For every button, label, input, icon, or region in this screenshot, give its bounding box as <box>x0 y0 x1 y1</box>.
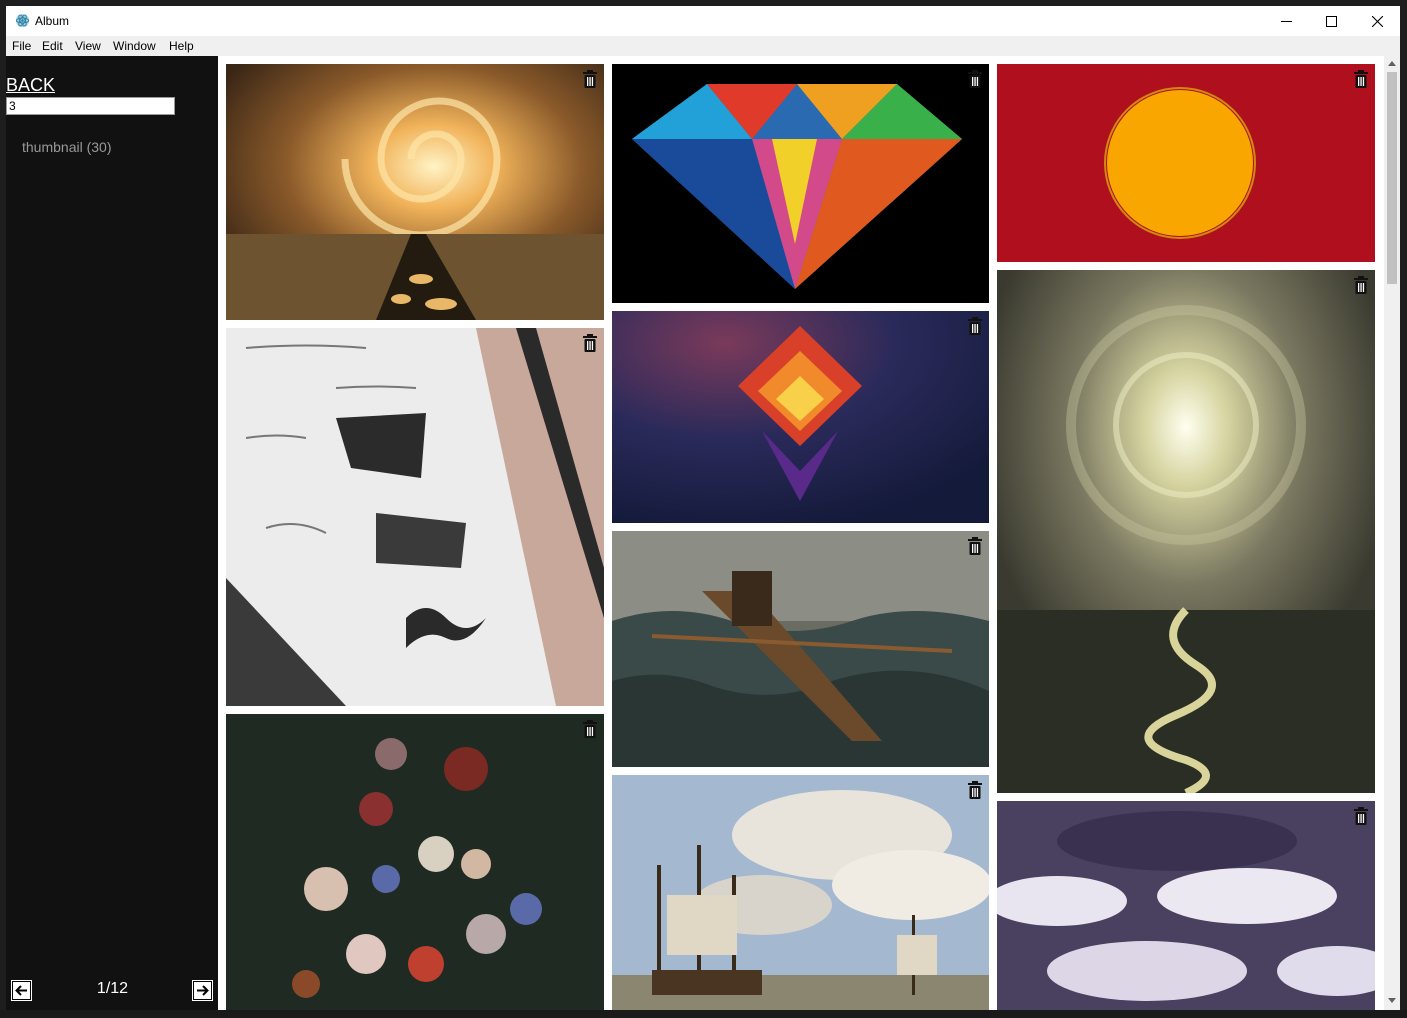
app-logo-icon <box>15 13 30 28</box>
image-card-polygon-diamond[interactable] <box>612 64 989 303</box>
menu-file[interactable]: File <box>12 39 31 53</box>
close-icon <box>1371 15 1383 27</box>
trash-icon[interactable] <box>967 70 983 89</box>
close-button[interactable] <box>1354 6 1400 36</box>
arrow-right-icon <box>193 981 212 1000</box>
menu-bar: File Edit View Window Help <box>6 36 1400 56</box>
trash-icon[interactable] <box>967 781 983 800</box>
title-bar[interactable]: Album <box>6 6 1400 36</box>
scroll-thumb[interactable] <box>1387 72 1397 284</box>
image-card-orange-circle-on-red[interactable] <box>997 64 1375 262</box>
scroll-down-arrow-icon[interactable] <box>1388 996 1396 1004</box>
image-card-rowboat-stormy-sea[interactable] <box>612 531 989 767</box>
menu-window[interactable]: Window <box>113 39 156 53</box>
search-input[interactable] <box>6 97 175 115</box>
trash-icon[interactable] <box>1353 807 1369 826</box>
image-card-purple-cloudscape[interactable] <box>997 801 1375 1010</box>
image-flower-still-life <box>226 714 604 1010</box>
app-window: Album File Edit View Window Help BACK th… <box>6 6 1400 1010</box>
image-card-flower-still-life[interactable] <box>226 714 604 1010</box>
menu-help[interactable]: Help <box>169 39 194 53</box>
minimize-icon <box>1280 20 1292 22</box>
trash-icon[interactable] <box>1353 276 1369 295</box>
image-gallery <box>218 56 1384 1010</box>
back-link[interactable]: BACK <box>6 75 55 96</box>
next-page-button[interactable] <box>192 980 213 1001</box>
image-purple-cloudscape <box>997 801 1375 1010</box>
sidebar-item-thumbnail[interactable]: thumbnail (30) <box>22 139 112 155</box>
page-indicator: 1/12 <box>96 980 129 997</box>
menu-view[interactable]: View <box>75 39 101 53</box>
menu-edit[interactable]: Edit <box>42 39 63 53</box>
window-title: Album <box>35 14 70 28</box>
image-card-logo-sketch-notebook[interactable] <box>226 328 604 706</box>
trash-icon[interactable] <box>1353 70 1369 89</box>
image-orange-circle-on-red <box>997 64 1375 262</box>
image-rowboat-stormy-sea <box>612 531 989 767</box>
scroll-up-arrow-icon[interactable] <box>1388 60 1396 68</box>
image-card-geometric-flame-shape[interactable] <box>612 311 989 523</box>
image-surreal-vortex-road <box>226 64 604 320</box>
trash-icon[interactable] <box>967 537 983 556</box>
arrow-left-icon <box>12 981 31 1000</box>
sidebar: BACK thumbnail (30) 1/12 <box>6 56 218 1010</box>
image-logo-sketch-notebook <box>226 328 604 706</box>
maximize-button[interactable] <box>1308 6 1354 36</box>
trash-icon[interactable] <box>582 720 598 739</box>
minimize-button[interactable] <box>1263 6 1309 36</box>
trash-icon[interactable] <box>582 334 598 353</box>
desktop-edge <box>0 1010 1407 1018</box>
trash-icon[interactable] <box>582 70 598 89</box>
trash-icon[interactable] <box>967 317 983 336</box>
prev-page-button[interactable] <box>11 980 32 1001</box>
image-sailing-ships <box>612 775 989 1010</box>
image-card-sailing-ships[interactable] <box>612 775 989 1010</box>
image-geometric-flame-shape <box>612 311 989 523</box>
image-card-surreal-vortex-road[interactable] <box>226 64 604 320</box>
vertical-scrollbar[interactable] <box>1384 56 1400 1010</box>
image-cloud-vortex-river <box>997 270 1375 793</box>
image-card-cloud-vortex-river[interactable] <box>997 270 1375 793</box>
image-polygon-diamond <box>612 64 989 303</box>
maximize-icon <box>1325 15 1337 27</box>
